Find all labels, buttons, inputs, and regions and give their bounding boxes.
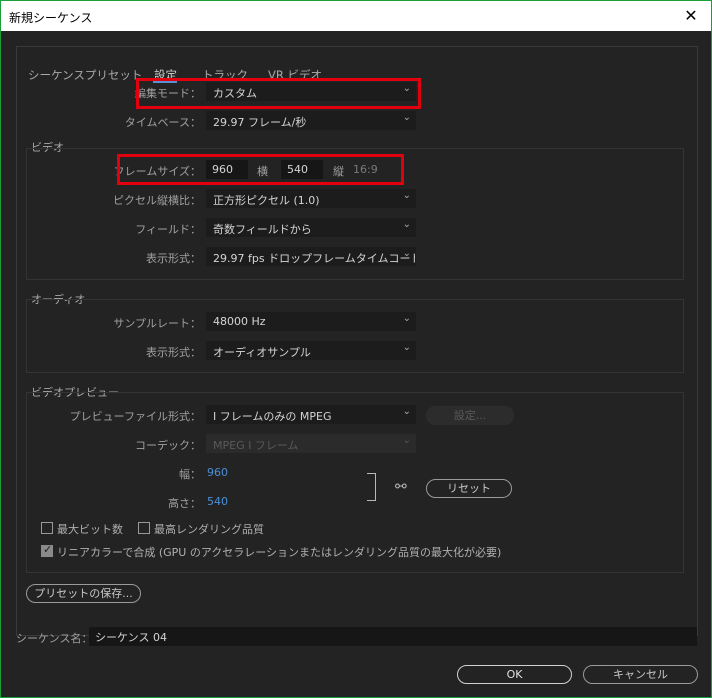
audio-display-format-label: 表示形式： [146, 346, 201, 359]
video-display-format-value: 29.97 fps ドロップフレームタイムコード [213, 252, 416, 265]
dialog-content: シーケンスプリセット 設定 トラック VR ビデオ 編集モード： カスタム ⌄ … [1, 31, 711, 697]
window-title: 新規シーケンス [9, 11, 93, 25]
pixel-aspect-value: 正方形ピクセル (1.0) [213, 194, 320, 207]
ok-button[interactable]: OK [457, 665, 572, 684]
chevron-down-icon: ⌄ [402, 112, 411, 123]
highlight-box-editing-mode [136, 78, 421, 109]
sample-rate-select[interactable]: 48000 Hz ⌄ [206, 312, 416, 331]
chevron-down-icon: ⌄ [402, 219, 411, 230]
title-bar: 新規シーケンス ✕ [1, 1, 711, 31]
timebase-select[interactable]: 29.97 フレーム/秒 ⌄ [206, 111, 416, 130]
new-sequence-dialog: 新規シーケンス ✕ シーケンスプリセット 設定 トラック VR ビデオ 編集モー… [0, 0, 712, 698]
preview-width-label: 幅： [179, 468, 201, 481]
sequence-name-label: シーケンス名： [16, 632, 93, 645]
preview-height-value[interactable]: 540 [207, 495, 228, 508]
max-render-quality-label: 最高レンダリング品質 [154, 523, 264, 536]
video-display-format-select[interactable]: 29.97 fps ドロップフレームタイムコード ⌄ [206, 247, 416, 266]
linear-color-checkbox[interactable] [41, 543, 53, 557]
cancel-button[interactable]: キャンセル [583, 665, 698, 684]
max-render-quality-checkbox[interactable] [138, 522, 150, 534]
reset-button[interactable]: リセット [426, 479, 512, 498]
timebase-value: 29.97 フレーム/秒 [213, 116, 307, 129]
preview-width-value[interactable]: 960 [207, 466, 228, 479]
fields-select[interactable]: 奇数フィールドから ⌄ [206, 218, 416, 237]
linear-color-label: リニアカラーで合成 (GPU のアクセラレーションまたはレンダリング品質の最大化… [57, 546, 502, 559]
fields-value: 奇数フィールドから [213, 223, 312, 236]
preview-height-label: 高さ： [168, 497, 201, 510]
sample-rate-value: 48000 Hz [213, 315, 266, 328]
link-bracket [367, 473, 376, 501]
chevron-down-icon: ⌄ [402, 342, 411, 353]
audio-group [26, 299, 684, 373]
preview-file-format-value: I フレームのみの MPEG [213, 410, 332, 423]
sample-rate-label: サンプルレート： [113, 317, 201, 330]
codec-select[interactable]: MPEG I フレーム ⌄ [206, 434, 416, 453]
preview-file-format-select[interactable]: I フレームのみの MPEG ⌄ [206, 405, 416, 424]
audio-display-format-select[interactable]: オーディオサンプル ⌄ [206, 341, 416, 360]
video-display-format-label: 表示形式： [146, 252, 201, 265]
chevron-down-icon: ⌄ [402, 190, 411, 201]
pixel-aspect-label: ピクセル縦横比： [113, 194, 201, 207]
highlight-box-frame-size [117, 154, 404, 185]
chevron-down-icon: ⌄ [402, 248, 411, 259]
pixel-aspect-select[interactable]: 正方形ピクセル (1.0) ⌄ [206, 189, 416, 208]
max-bit-depth-checkbox[interactable] [41, 522, 53, 534]
preview-settings-button[interactable]: 設定... [426, 406, 514, 425]
save-preset-button[interactable]: プリセットの保存... [26, 584, 141, 603]
max-bit-depth-label: 最大ビット数 [57, 523, 123, 536]
codec-label: コーデック： [135, 439, 201, 452]
fields-label: フィールド： [135, 223, 201, 236]
codec-value: MPEG I フレーム [213, 439, 299, 452]
audio-display-format-value: オーディオサンプル [213, 346, 311, 359]
chevron-down-icon: ⌄ [402, 406, 411, 417]
close-icon[interactable]: ✕ [681, 6, 701, 25]
timebase-label: タイムベース： [124, 116, 201, 129]
chain-link-icon[interactable]: ⚯ [395, 479, 407, 495]
chevron-down-icon: ⌄ [402, 435, 411, 446]
sequence-name-input[interactable]: シーケンス 04 [89, 627, 697, 646]
preview-file-format-label: プレビューファイル形式： [69, 410, 201, 423]
chevron-down-icon: ⌄ [402, 313, 411, 324]
tab-sequence-presets[interactable]: シーケンスプリセット [28, 67, 142, 83]
